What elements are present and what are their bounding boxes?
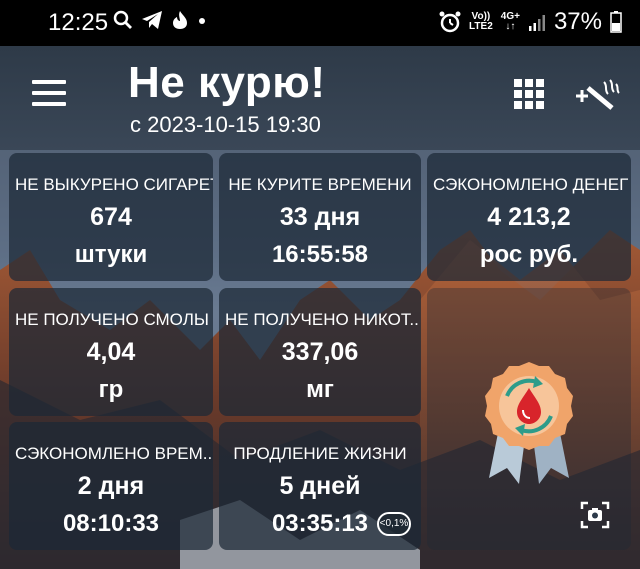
app-header: Не курю! с 2023-10-15 19:30 <box>0 46 640 150</box>
status-right-icons: Vo)) LTE2 4G+ ↓↑ 37% <box>439 8 622 36</box>
tile-value: 5 дней <box>279 472 361 500</box>
tile-money-saved[interactable]: СЭКОНОМЛЕНО ДЕНЕГ 4 213,2 рос руб. <box>427 153 631 281</box>
dot-icon <box>199 18 205 24</box>
battery-percent: 37% <box>553 8 602 35</box>
tile-label: НЕ ВЫКУРЕНО СИГАРЕТ <box>15 175 213 194</box>
tile-unit: мг <box>306 376 334 403</box>
tile-label: НЕ ПОЛУЧЕНО СМОЛЫ <box>15 310 209 329</box>
tile-nicotine-avoided[interactable]: НЕ ПОЛУЧЕНО НИКОТ.. 337,06 мг <box>219 288 421 416</box>
tile-value: 337,06 <box>281 338 359 366</box>
tile-unit: 16:55:58 <box>271 241 369 268</box>
tile-time-not-smoking[interactable]: НЕ КУРИТЕ ВРЕМЕНИ 33 дня 16:55:58 <box>219 153 421 281</box>
quit-date-subtitle: с 2023-10-15 19:30 <box>130 112 321 137</box>
tile-tar-avoided[interactable]: НЕ ПОЛУЧЕНО СМОЛЫ 4,04 гр <box>9 288 213 416</box>
tile-unit: 08:10:33 <box>62 510 160 537</box>
tile-unit: штуки <box>74 241 148 268</box>
tile-label: СЭКОНОМЛЕНО ВРЕМ.. <box>15 444 213 463</box>
tile-label: НЕ ПОЛУЧЕНО НИКОТ.. <box>225 310 419 329</box>
tile-label: ПРОДЛЕНИЕ ЖИЗНИ <box>233 444 407 463</box>
tile-unit: гр <box>98 376 124 403</box>
tile-label: СЭКОНОМЛЕНО ДЕНЕГ <box>433 175 629 194</box>
tile-unit: рос руб. <box>479 241 579 268</box>
tile-label: НЕ КУРИТЕ ВРЕМЕНИ <box>228 175 412 194</box>
page-title: Не курю! <box>128 58 326 107</box>
status-time: 12:25 <box>48 9 109 36</box>
telegram-icon <box>142 11 162 29</box>
add-cigarette-icon[interactable] <box>574 78 622 114</box>
status-bar: 12:25 Vo)) LTE2 4G+ ↓↑ 37% <box>0 0 640 46</box>
signal-icon <box>528 15 545 31</box>
alarm-icon <box>439 11 461 33</box>
hamburger-menu-icon[interactable] <box>32 80 66 106</box>
tile-value: 674 <box>90 203 132 231</box>
grid-icon[interactable] <box>514 79 546 111</box>
battery-icon <box>610 11 622 33</box>
tile-time-saved[interactable]: СЭКОНОМЛЕНО ВРЕМ.. 2 дня 08:10:33 <box>9 422 213 550</box>
volte-indicator: Vo)) LTE2 <box>469 11 493 32</box>
tile-value: 4 213,2 <box>487 203 571 231</box>
status-notification-icons <box>113 10 207 30</box>
tile-value: 4,04 <box>86 338 136 366</box>
flame-icon <box>173 11 187 29</box>
tile-value: 2 дня <box>77 472 145 500</box>
search-icon <box>113 10 132 29</box>
camera-icon[interactable] <box>580 500 610 530</box>
life-percent-badge[interactable]: <0,1% <box>377 512 411 536</box>
tile-cigarettes-not-smoked[interactable]: НЕ ВЫКУРЕНО СИГАРЕТ 674 штуки <box>9 153 213 281</box>
tile-value: 33 дня <box>279 203 361 231</box>
data-indicator: 4G+ ↓↑ <box>500 11 520 32</box>
